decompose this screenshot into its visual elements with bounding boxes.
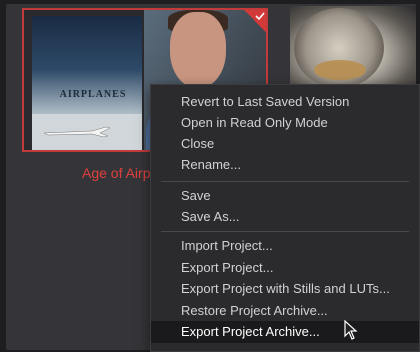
- menu-item-revert[interactable]: Revert to Last Saved Version: [151, 91, 419, 113]
- menu-item-save[interactable]: Save: [151, 185, 419, 207]
- menu-item-rename[interactable]: Rename...: [151, 154, 419, 176]
- project-name-label[interactable]: Age of Airp: [82, 165, 151, 181]
- mouse-pointer-icon: [344, 320, 358, 340]
- menu-item-restore-archive[interactable]: Restore Project Archive...: [151, 300, 419, 322]
- selected-corner-flag: [242, 10, 266, 34]
- menu-separator: [161, 231, 409, 232]
- menu-item-import-project[interactable]: Import Project...: [151, 235, 419, 257]
- airplane-icon: [43, 126, 111, 138]
- menu-item-export-project[interactable]: Export Project...: [151, 257, 419, 279]
- food-image: [314, 60, 366, 80]
- menu-item-save-as[interactable]: Save As...: [151, 206, 419, 228]
- presenter-head: [170, 12, 226, 88]
- menu-item-close[interactable]: Close: [151, 133, 419, 155]
- menu-item-export-archive[interactable]: Export Project Archive...: [151, 321, 419, 343]
- menu-separator: [161, 181, 409, 182]
- menu-item-open-read-only[interactable]: Open in Read Only Mode: [151, 112, 419, 134]
- checkmark-icon: [255, 12, 265, 21]
- menu-item-export-with-stills-luts[interactable]: Export Project with Stills and LUTs...: [151, 278, 419, 300]
- project-context-menu: Revert to Last Saved Version Open in Rea…: [150, 84, 420, 352]
- project-thumbnail[interactable]: [290, 6, 416, 92]
- poster-title: AIRPLANES: [59, 89, 127, 100]
- movie-poster: AIRPLANES: [32, 16, 142, 150]
